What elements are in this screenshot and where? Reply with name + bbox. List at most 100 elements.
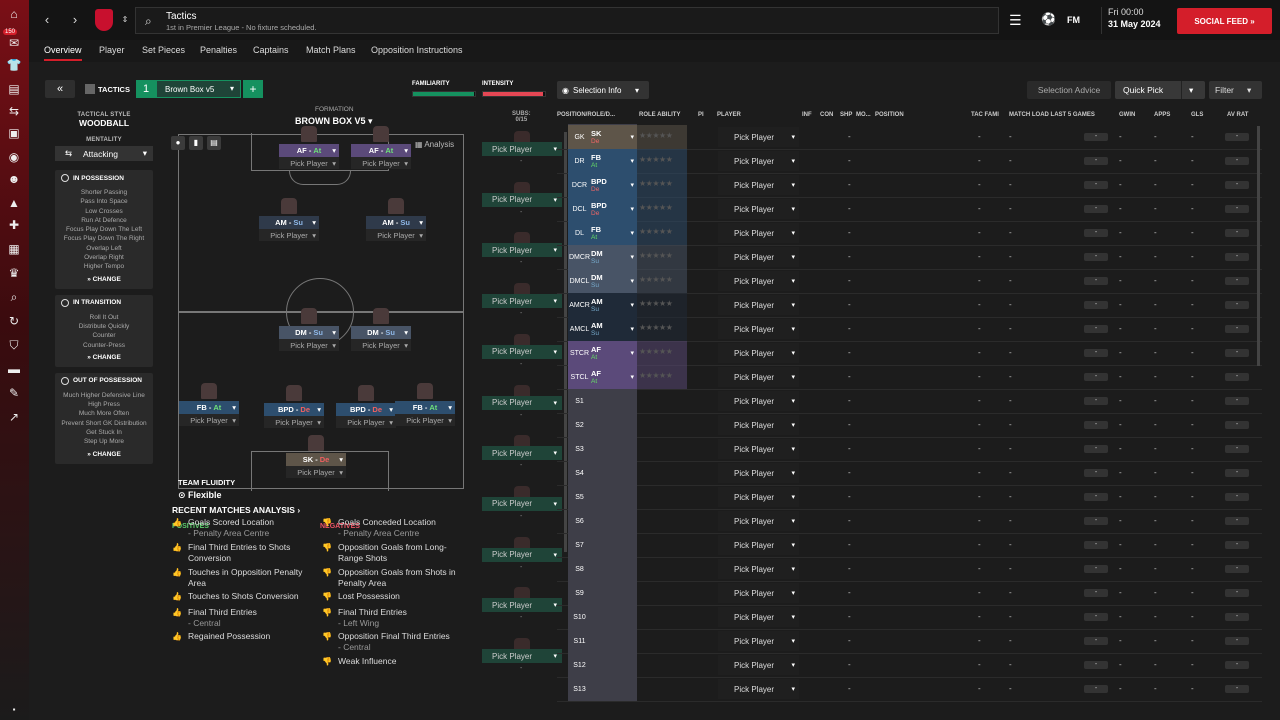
filter-button[interactable]: Filter ▾: [1209, 81, 1262, 99]
pick-player-select[interactable]: Pick Player: [718, 463, 799, 483]
sub-pick-player[interactable]: Pick Player: [482, 649, 562, 663]
column-header[interactable]: APPS: [1154, 112, 1170, 118]
menu-icon[interactable]: ☰: [1009, 12, 1022, 29]
column-header[interactable]: AV RAT: [1227, 112, 1248, 118]
role-select[interactable]: DM - Su ▾: [279, 326, 339, 339]
pick-player-select[interactable]: Pick Player ▾: [366, 229, 426, 241]
pick-player-select[interactable]: Pick Player ▾: [264, 416, 324, 428]
tab-opposition-instructions[interactable]: Opposition Instructions: [371, 45, 463, 55]
sub-pick-player[interactable]: Pick Player: [482, 547, 562, 562]
trophy-icon[interactable]: ♛: [6, 266, 22, 280]
tab-captains[interactable]: Captains: [253, 45, 289, 55]
column-header[interactable]: POSITION/ROLE/D...: [557, 112, 615, 118]
position-cell[interactable]: DMCL DM Su ▾: [568, 269, 637, 293]
tab-penalties[interactable]: Penalties: [200, 45, 237, 55]
pitch-player[interactable]: FB - At ▾ Pick Player ▾: [395, 383, 455, 426]
position-cell[interactable]: DL FB At ▾: [568, 221, 637, 245]
analysis-button[interactable]: ▦ Analysis: [415, 140, 454, 149]
in-possession-change-button[interactable]: » CHANGE: [57, 276, 151, 283]
role-select[interactable]: BPD - De ▾: [336, 403, 396, 416]
tactic-select[interactable]: Brown Box v5 ▾: [156, 80, 241, 98]
role-select[interactable]: SK - De ▾: [286, 453, 346, 466]
home-icon[interactable]: ⌂: [6, 7, 22, 21]
sub-pick-player[interactable]: Pick Player: [482, 243, 562, 258]
role-select[interactable]: AF - At ▾: [351, 144, 411, 157]
pitch-player[interactable]: DM - Su ▾ Pick Player ▾: [279, 308, 339, 351]
position-cell[interactable]: S3: [568, 437, 637, 461]
sub-pick-player[interactable]: Pick Player: [482, 395, 562, 410]
mentality-select[interactable]: ⇆ Attacking ▾: [55, 146, 153, 161]
pitch-player[interactable]: AM - Su ▾ Pick Player ▾: [366, 198, 426, 241]
column-header[interactable]: GLS: [1191, 112, 1203, 118]
player-icon[interactable]: ●: [171, 136, 185, 150]
column-header[interactable]: ROLE ABILITY: [639, 112, 680, 118]
position-cell[interactable]: S5: [568, 485, 637, 509]
column-header[interactable]: MO...: [856, 112, 871, 118]
out-of-possession-box[interactable]: OUT OF POSSESSION Much Higher Defensive …: [55, 372, 153, 464]
tab-set-pieces[interactable]: Set Pieces: [142, 45, 185, 55]
position-cell[interactable]: S8: [568, 557, 637, 581]
pick-player-select[interactable]: Pick Player ▾: [395, 414, 455, 426]
pitch-player[interactable]: FB - At ▾ Pick Player ▾: [179, 383, 239, 426]
position-cell[interactable]: S13: [568, 677, 637, 701]
pick-player-select[interactable]: Pick Player: [718, 271, 799, 291]
pick-player-select[interactable]: Pick Player: [718, 223, 799, 243]
role-select[interactable]: BPD - De ▾: [264, 403, 324, 416]
stats-icon[interactable]: ↗: [6, 410, 22, 424]
role-select[interactable]: FB - At ▾: [395, 401, 455, 414]
pitch-player[interactable]: BPD - De ▾ Pick Player ▾: [264, 385, 324, 428]
pick-player-select[interactable]: Pick Player: [718, 607, 799, 627]
training-icon[interactable]: ▲: [6, 196, 22, 210]
position-cell[interactable]: STCL AF At ▾: [568, 365, 637, 389]
club-switch-icon[interactable]: ⇕: [115, 9, 135, 29]
pitch-player[interactable]: AM - Su ▾ Pick Player ▾: [259, 198, 319, 241]
medical-icon[interactable]: ✚: [6, 218, 22, 232]
position-cell[interactable]: S1: [568, 389, 637, 413]
position-cell[interactable]: S2: [568, 413, 637, 437]
column-header[interactable]: SHP: [840, 112, 852, 118]
pick-player-select[interactable]: Pick Player: [718, 295, 799, 315]
pick-player-select[interactable]: Pick Player: [718, 391, 799, 411]
pick-player-select[interactable]: Pick Player: [718, 343, 799, 363]
position-cell[interactable]: DMCR DM Su ▾: [568, 245, 637, 269]
in-possession-box[interactable]: IN POSSESSION Shorter Passing Pass Into S…: [55, 170, 153, 289]
position-cell[interactable]: DR FB At ▾: [568, 149, 637, 173]
fm-logo[interactable]: FM: [1067, 15, 1080, 25]
date-display[interactable]: Fri 00:00 31 May 2024: [1101, 7, 1174, 34]
scouting-icon[interactable]: ⌕: [6, 290, 22, 304]
position-cell[interactable]: S11: [568, 629, 637, 653]
pick-player-select[interactable]: Pick Player: [718, 439, 799, 459]
sub-pick-player[interactable]: Pick Player: [482, 142, 562, 156]
position-cell[interactable]: S6: [568, 509, 637, 533]
column-header[interactable]: PI: [698, 112, 704, 118]
collapse-button[interactable]: «: [45, 80, 75, 98]
pick-player-select[interactable]: Pick Player: [718, 367, 799, 387]
in-transition-change-button[interactable]: » CHANGE: [57, 354, 151, 361]
data-hub-icon[interactable]: ◉: [6, 150, 22, 164]
sub-pick-player[interactable]: Pick Player: [482, 598, 562, 613]
position-cell[interactable]: DCL BPD De ▾: [568, 197, 637, 221]
pick-player-select[interactable]: Pick Player: [718, 679, 799, 699]
club-crest-icon[interactable]: [95, 9, 113, 31]
selection-advice-button[interactable]: Selection Advice: [1027, 81, 1111, 99]
pick-player-select[interactable]: Pick Player: [718, 487, 799, 507]
clipboard-icon[interactable]: ▤: [6, 82, 22, 96]
pick-player-select[interactable]: Pick Player ▾: [336, 416, 396, 428]
selection-info-button[interactable]: ◉ Selection Info ▾: [557, 81, 649, 99]
back-arrow-icon[interactable]: ‹: [37, 9, 57, 29]
column-header[interactable]: INF: [802, 112, 812, 118]
add-tactic-button[interactable]: +: [243, 80, 263, 98]
pick-player-select[interactable]: Pick Player: [718, 151, 799, 171]
role-select[interactable]: AM - Su ▾: [366, 216, 426, 229]
staff-icon[interactable]: ☻: [6, 172, 22, 186]
pick-player-select[interactable]: Pick Player ▾: [351, 339, 411, 351]
quick-pick-button[interactable]: Quick Pick ▾: [1115, 81, 1205, 99]
pick-player-select[interactable]: Pick Player: [718, 415, 799, 435]
social-feed-button[interactable]: SOCIAL FEED »: [1177, 8, 1272, 34]
column-header[interactable]: CON: [820, 112, 833, 118]
pick-player-select[interactable]: Pick Player: [718, 511, 799, 531]
transfer-icon[interactable]: ⇆: [6, 104, 22, 118]
pick-player-select[interactable]: Pick Player ▾: [279, 339, 339, 351]
role-select[interactable]: DM - Su ▾: [351, 326, 411, 339]
pitch-player[interactable]: BPD - De ▾ Pick Player ▾: [336, 385, 396, 428]
